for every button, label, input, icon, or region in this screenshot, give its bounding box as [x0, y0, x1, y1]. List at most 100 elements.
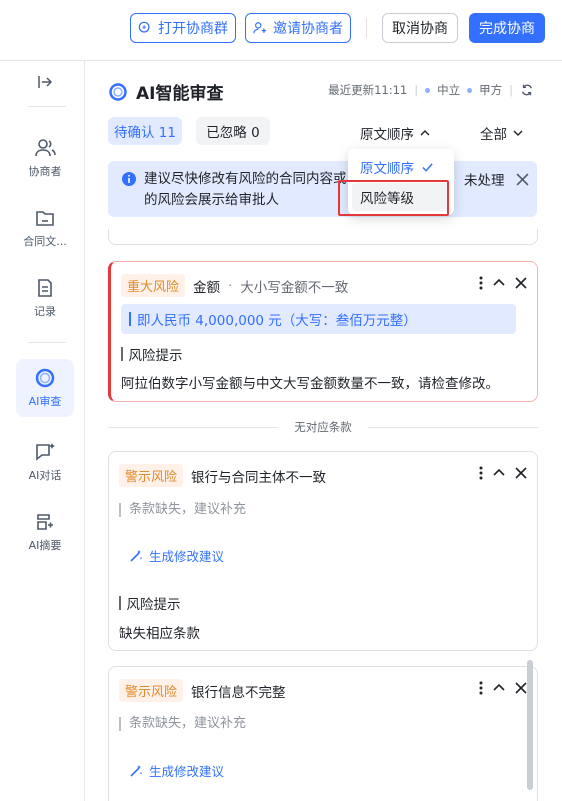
panel-header: AI智能审查	[108, 79, 223, 104]
sort-dropdown[interactable]: 原文顺序	[360, 123, 430, 143]
chat-group-icon	[138, 21, 150, 33]
card-header: 警示风险 银行与合同主体不一致	[119, 464, 326, 487]
dismiss-icon[interactable]	[515, 467, 527, 479]
risk-card-warning[interactable]: 警示风险 银行与合同主体不一致 条款缺失，建议补充 生成修改建议 风险提示 缺失…	[108, 451, 538, 651]
card-header: 警示风险 银行信息不完整	[119, 679, 286, 702]
sort-label: 原文顺序	[360, 127, 414, 143]
magic-wand-icon	[130, 764, 143, 777]
no-clause-divider: 无对应条款	[108, 419, 538, 435]
stance-dot	[425, 87, 431, 93]
chevron-down-icon	[513, 130, 523, 136]
complete-label: 完成协商	[479, 21, 535, 37]
generate-suggestion-label: 生成修改建议	[149, 549, 225, 564]
card-controls	[479, 276, 527, 290]
tab-ignored[interactable]: 已忽略 0	[196, 117, 270, 145]
more-icon[interactable]	[479, 466, 483, 480]
sidebar-item-contract-docs[interactable]: 合同文...	[16, 199, 74, 257]
tab-pending-label: 待确认 11	[114, 125, 176, 141]
cancel-label: 取消协商	[392, 21, 448, 37]
scrollbar[interactable]	[527, 660, 533, 790]
sidebar: 协商者 合同文... 记录 AI审查 AI对话 AI摘要	[0, 61, 85, 801]
risk-card-major[interactable]: 重大风险 金额 · 大小写金额不一致 即人民币 4,000,000 元（大写：叁…	[108, 261, 538, 402]
clause-text: 即人民币 4,000,000 元（大写：叁佰万元整）	[137, 313, 417, 329]
collapse-icon[interactable]	[493, 277, 505, 289]
risk-hint-label: 风险提示	[119, 593, 181, 613]
sort-option-label: 原文顺序	[360, 161, 414, 177]
scope-label: 全部	[480, 127, 507, 143]
dismiss-icon[interactable]	[515, 277, 527, 289]
ai-chat-icon	[36, 443, 55, 461]
tab-ignored-label: 已忽略 0	[206, 125, 260, 141]
card-header: 重大风险 金额 · 大小写金额不一致	[121, 274, 348, 297]
sidebar-label-ai-chat: AI对话	[28, 469, 62, 482]
close-icon[interactable]	[516, 173, 529, 186]
generate-suggestion-button[interactable]: 生成修改建议	[129, 546, 224, 565]
sidebar-label-ai-summary: AI摘要	[28, 539, 62, 552]
sidebar-item-ai-summary[interactable]: AI摘要	[16, 503, 74, 561]
chevron-up-icon	[420, 130, 430, 136]
complete-negotiation-button[interactable]: 完成协商	[469, 13, 545, 43]
risk-card-warning[interactable]: 警示风险 银行信息不完整 条款缺失，建议补充 生成修改建议	[108, 666, 538, 801]
stance-party-a[interactable]: 甲方	[479, 82, 502, 98]
sidebar-label-negotiators: 协商者	[28, 165, 62, 178]
sidebar-label-ai-review: AI审查	[28, 395, 62, 408]
magic-wand-icon	[130, 549, 143, 562]
generate-suggestion-label: 生成修改建议	[149, 764, 225, 779]
card-subtitle: 大小写金额不一致	[240, 279, 349, 296]
divider-label: 无对应条款	[294, 420, 352, 434]
invite-button[interactable]: 邀请协商者	[245, 13, 351, 43]
scope-dropdown[interactable]: 全部	[480, 123, 523, 143]
highlighted-clause[interactable]: 即人民币 4,000,000 元（大写：叁佰万元整）	[121, 304, 516, 334]
add-user-icon	[253, 22, 267, 34]
sidebar-item-ai-chat[interactable]: AI对话	[16, 433, 74, 491]
dismiss-icon[interactable]	[515, 682, 527, 694]
more-icon[interactable]	[479, 276, 483, 290]
info-icon	[122, 172, 136, 186]
card-title: 银行与合同主体不一致	[191, 469, 327, 486]
risk-hint-label: 风险提示	[121, 344, 183, 364]
sidebar-item-ai-review[interactable]: AI审查	[16, 359, 74, 417]
missing-clause-quote: 条款缺失，建议补充	[119, 717, 246, 731]
refresh-icon[interactable]	[520, 83, 534, 97]
highlight-box	[338, 180, 449, 216]
more-icon[interactable]	[479, 681, 483, 695]
previous-card-edge	[108, 229, 538, 245]
collapse-icon[interactable]	[493, 467, 505, 479]
risk-description: 缺失相应条款	[119, 626, 200, 642]
card-title: 银行信息不完整	[191, 684, 286, 701]
stance-dot	[467, 87, 473, 93]
page-title: AI智能审查	[136, 84, 224, 104]
check-icon	[422, 162, 433, 172]
collapse-sidebar-icon[interactable]	[36, 73, 54, 95]
ai-summary-icon	[37, 514, 53, 530]
cancel-negotiation-button[interactable]: 取消协商	[382, 13, 458, 43]
invite-label: 邀请协商者	[273, 21, 343, 37]
last-updated: 最近更新11:11	[328, 83, 408, 97]
sidebar-label-contract-docs: 合同文...	[23, 235, 67, 248]
generate-suggestion-button[interactable]: 生成修改建议	[129, 761, 224, 780]
sidebar-divider	[28, 106, 66, 107]
open-group-label: 打开协商群	[158, 21, 228, 37]
banner-line1-tail: 未处理	[464, 173, 505, 189]
missing-clause-quote: 条款缺失，建议补充	[119, 503, 246, 517]
sidebar-divider	[28, 342, 66, 343]
sidebar-item-negotiators[interactable]: 协商者	[16, 129, 74, 187]
toolbar-divider	[366, 18, 367, 38]
tab-pending[interactable]: 待确认 11	[108, 117, 182, 145]
ai-logo-icon	[109, 82, 127, 101]
collapse-icon[interactable]	[493, 682, 505, 694]
risk-tag: 警示风险	[119, 679, 184, 702]
sidebar-item-records[interactable]: 记录	[16, 269, 74, 327]
info-banner: 建议尽快修改有风险的合同内容或 的风险会展示给审批人 未处理	[108, 161, 537, 217]
people-icon	[35, 139, 56, 157]
open-group-button[interactable]: 打开协商群	[130, 13, 236, 43]
ai-review-panel: AI智能审查 最近更新11:11 | 中立 甲方 | 待确认 11 已忽略 0 …	[92, 61, 562, 801]
sort-option-original-order[interactable]: 原文顺序	[352, 153, 450, 181]
risk-description: 阿拉伯数字小写金额与中文大写金额数量不一致，请检查修改。	[121, 376, 499, 392]
card-title: 金额	[193, 279, 221, 296]
risk-tag: 重大风险	[121, 274, 186, 297]
stance-neutral[interactable]: 中立	[437, 82, 460, 98]
header-meta: 最近更新11:11 | 中立 甲方 |	[328, 82, 534, 98]
sidebar-label-records: 记录	[34, 305, 56, 318]
top-toolbar: 打开协商群 邀请协商者 取消协商 完成协商	[0, 0, 562, 61]
